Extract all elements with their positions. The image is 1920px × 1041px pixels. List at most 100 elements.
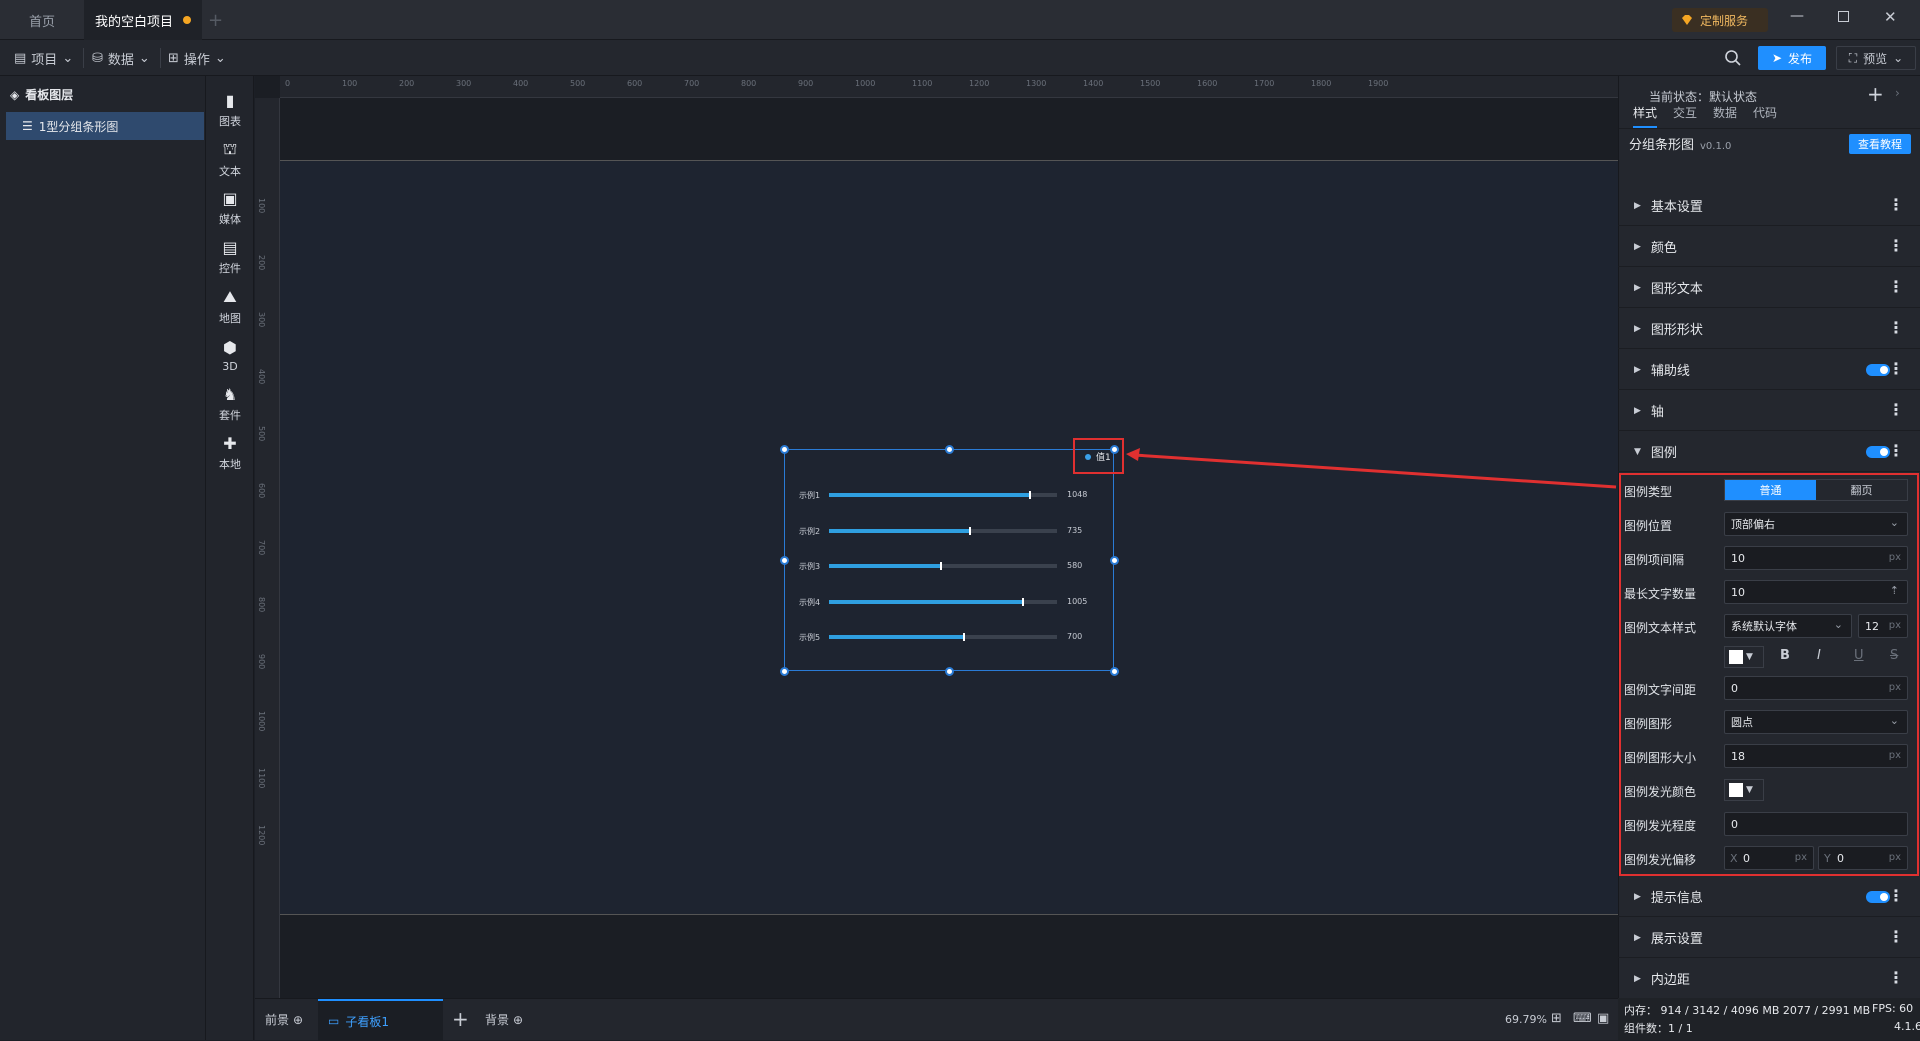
resize-handle[interactable] [945, 667, 954, 676]
bar-chart-layer-icon: ☰ [22, 119, 33, 133]
more-icon[interactable]: ⋮ [1888, 361, 1904, 377]
project-menu-button[interactable]: ▤ 项目 ⌄ [14, 46, 73, 70]
bold-icon[interactable]: B [1780, 648, 1790, 663]
component-category-6[interactable]: ♞ 套件 [206, 376, 254, 432]
add-state-icon[interactable]: + [1867, 82, 1884, 106]
max-text-input[interactable]: 10 ⇡ [1724, 580, 1908, 604]
keyboard-icon[interactable]: ⌨ [1573, 1011, 1592, 1026]
stepper-up-icon[interactable]: ⇡ [1890, 584, 1899, 597]
legend-type-normal[interactable]: 普通 [1725, 480, 1816, 500]
component-category-7[interactable]: ✚ 本地 [206, 425, 254, 481]
search-icon[interactable] [1724, 49, 1742, 70]
layer-item[interactable]: ☰ 1型分组条形图 [6, 112, 204, 140]
text-gap-input[interactable]: 0 px [1724, 676, 1908, 700]
section-0[interactable]: ▶ 基本设置 ⋮ [1618, 186, 1920, 226]
section-3[interactable]: ▶ 图形形状 ⋮ [1618, 309, 1920, 349]
section-5[interactable]: ▶ 轴 ⋮ [1618, 391, 1920, 431]
chevron-right-icon[interactable]: › [1895, 86, 1900, 100]
section-bottom-0[interactable]: ▶ 提示信息 ⋮ [1618, 877, 1920, 917]
legend-position-select[interactable]: 顶部偏右 ⌄ [1724, 512, 1908, 536]
legend-type-segment[interactable]: 普通 翻页 [1724, 479, 1908, 501]
section-toggle[interactable] [1866, 364, 1890, 376]
more-icon[interactable]: ⋮ [1888, 238, 1904, 254]
tab-home[interactable]: 首页 [0, 0, 84, 40]
component-category-4[interactable]: ⛰ 地图 [206, 278, 254, 334]
more-icon[interactable]: ⋮ [1888, 970, 1904, 986]
more-icon[interactable]: ⋮ [1888, 929, 1904, 945]
panel-tab-2[interactable]: 数据 [1713, 104, 1737, 128]
ruler-tick-label: 600 [627, 79, 643, 88]
back-layer-tab[interactable]: 背景 ⊕ [485, 1011, 523, 1028]
custom-service-button[interactable]: 定制服务 [1672, 8, 1768, 32]
panel-tab-0[interactable]: 样式 [1633, 104, 1658, 128]
resize-handle[interactable] [1110, 556, 1119, 565]
data-menu-button[interactable]: ⛁ 数据 ⌄ [92, 46, 150, 70]
bar-value-label: 700 [1067, 632, 1083, 641]
resize-handle[interactable] [1110, 667, 1119, 676]
component-category-2[interactable]: ▣ 媒体 [206, 180, 254, 236]
bar-chart-widget[interactable]: 示例1 1048 示例2 735 示例3 580 示例4 1005 示例5 700 [784, 449, 1114, 671]
bar[interactable] [829, 493, 1030, 497]
bar[interactable] [829, 564, 941, 568]
close-icon[interactable]: ✕ [1884, 8, 1897, 26]
component-category-0[interactable]: ▮ 图表 [206, 82, 254, 138]
component-category-5[interactable]: ⬢ 3D [206, 327, 254, 383]
zoom-level[interactable]: 69.79% [1505, 1013, 1547, 1026]
front-layer-tab[interactable]: 前景 ⊕ [265, 1011, 303, 1028]
font-size-input[interactable]: 12 px [1858, 614, 1908, 638]
section-toggle[interactable] [1866, 446, 1890, 458]
legend-type-paged[interactable]: 翻页 [1816, 480, 1907, 500]
more-icon[interactable]: ⋮ [1888, 402, 1904, 418]
underline-icon[interactable]: U [1854, 648, 1864, 663]
text-color-picker[interactable]: ▼ [1724, 646, 1764, 668]
section-1[interactable]: ▶ 颜色 ⋮ [1618, 227, 1920, 267]
control-icon: ▤ [222, 238, 238, 257]
component-category-1[interactable]: ⛫ 文本 [206, 131, 254, 187]
font-family-select[interactable]: 系统默认字体 ⌄ [1724, 614, 1852, 638]
section-bottom-1[interactable]: ▶ 展示设置 ⋮ [1618, 918, 1920, 958]
glow-color-picker[interactable]: ▼ [1724, 779, 1764, 801]
resize-handle[interactable] [780, 667, 789, 676]
resize-handle[interactable] [780, 556, 789, 565]
component-category-3[interactable]: ▤ 控件 [206, 229, 254, 285]
section-bottom-2[interactable]: ▶ 内边距 ⋮ [1618, 959, 1920, 999]
more-icon[interactable]: ⋮ [1888, 197, 1904, 213]
more-icon[interactable]: ⋮ [1888, 443, 1904, 459]
preview-button[interactable]: ⛶ 预览 ⌄ [1836, 46, 1916, 70]
legend-shape-select[interactable]: 圆点 ⌄ [1724, 710, 1908, 734]
bar[interactable] [829, 599, 1023, 604]
more-icon[interactable]: ⋮ [1888, 888, 1904, 904]
glow-offset-y-input[interactable]: Y 0 px [1818, 846, 1908, 870]
section-2[interactable]: ▶ 图形文本 ⋮ [1618, 268, 1920, 308]
terminal-icon[interactable]: ▣ [1597, 1011, 1609, 1026]
legend-shape-size-input[interactable]: 18 px [1724, 744, 1908, 768]
add-board-icon[interactable]: + [452, 1007, 469, 1031]
bar[interactable] [829, 635, 964, 639]
glow-offset-x-input[interactable]: X 0 px [1724, 846, 1814, 870]
legend-item-gap-input[interactable]: 10 px [1724, 546, 1908, 570]
panel-tab-1[interactable]: 交互 [1673, 104, 1697, 128]
strikethrough-icon[interactable]: S [1890, 648, 1898, 663]
glow-level-input[interactable]: 0 [1724, 812, 1908, 836]
fit-icon[interactable]: ⊞ [1551, 1011, 1562, 1026]
resize-handle[interactable] [945, 445, 954, 454]
ruler-tick-label: 800 [257, 597, 266, 613]
minimize-icon[interactable]: — [1790, 8, 1804, 24]
restore-icon[interactable] [1838, 11, 1849, 22]
add-tab-icon[interactable]: + [208, 10, 223, 31]
more-icon[interactable]: ⋮ [1888, 320, 1904, 336]
section-6[interactable]: ▼ 图例 ⋮ [1618, 432, 1920, 472]
bar[interactable] [829, 528, 970, 533]
italic-icon[interactable]: I [1817, 648, 1821, 663]
panel-tab-3[interactable]: 代码 [1753, 104, 1777, 128]
tab-project[interactable]: 我的空白项目 [84, 0, 202, 40]
sub-board-tab[interactable]: ▭ 子看板1 [318, 999, 443, 1041]
bar-value-label: 1048 [1067, 490, 1088, 499]
resize-handle[interactable] [780, 445, 789, 454]
publish-button[interactable]: ➤ 发布 [1758, 46, 1826, 70]
operate-menu-button[interactable]: ⊞ 操作 ⌄ [168, 46, 226, 70]
tutorial-button[interactable]: 查看教程 [1849, 134, 1911, 154]
section-toggle[interactable] [1866, 891, 1890, 903]
more-icon[interactable]: ⋮ [1888, 279, 1904, 295]
section-4[interactable]: ▶ 辅助线 ⋮ [1618, 350, 1920, 390]
